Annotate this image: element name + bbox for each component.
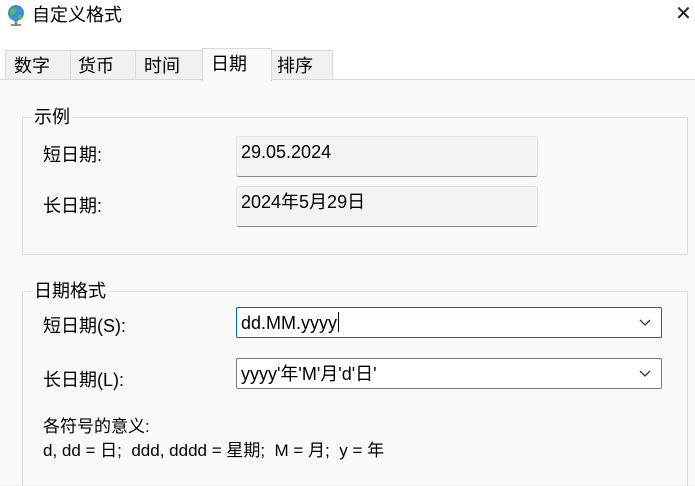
tab-sort[interactable]: 排序	[271, 50, 333, 80]
short-date-format-value[interactable]: dd.MM.yyyy	[241, 311, 340, 335]
example-short-date-label: 短日期:	[43, 145, 103, 165]
symbol-legend-text: d, dd = 日; ddd, dddd = 星期; M = 月; y = 年	[43, 441, 385, 460]
chevron-down-icon[interactable]	[637, 365, 653, 381]
long-date-format-value[interactable]: yyyy'年'M'月'd'日'	[241, 362, 377, 386]
example-group-label: 示例	[31, 106, 73, 128]
tab-date[interactable]: 日期	[202, 48, 272, 81]
short-date-format-combo[interactable]: dd.MM.yyyy	[236, 307, 662, 338]
example-short-date-value: 29.05.2024	[236, 136, 538, 177]
example-long-date-value: 2024年5月29日	[236, 186, 538, 227]
date-tab-panel: 示例 短日期: 29.05.2024 长日期: 2024年5月29日 日期格式 …	[0, 79, 695, 486]
title-bar: 自定义格式 ✕	[0, 0, 695, 36]
text-cursor	[338, 312, 340, 332]
chevron-down-icon[interactable]	[637, 314, 653, 330]
example-long-date-label: 长日期:	[43, 196, 103, 216]
window-title: 自定义格式	[32, 5, 122, 25]
tab-strip: 数字 货币 时间 日期 排序	[0, 36, 695, 81]
symbol-legend-title: 各符号的意义:	[43, 417, 150, 436]
long-date-format-label: 长日期(L):	[43, 370, 124, 390]
tab-time[interactable]: 时间	[135, 50, 203, 80]
tab-number[interactable]: 数字	[5, 50, 71, 80]
close-button[interactable]: ✕	[672, 0, 695, 30]
short-date-format-label: 短日期(S):	[43, 316, 126, 336]
long-date-format-combo[interactable]: yyyy'年'M'月'd'日'	[236, 358, 662, 389]
tab-currency[interactable]: 货币	[70, 50, 136, 80]
date-format-group-label: 日期格式	[31, 280, 109, 302]
globe-icon	[8, 5, 24, 26]
